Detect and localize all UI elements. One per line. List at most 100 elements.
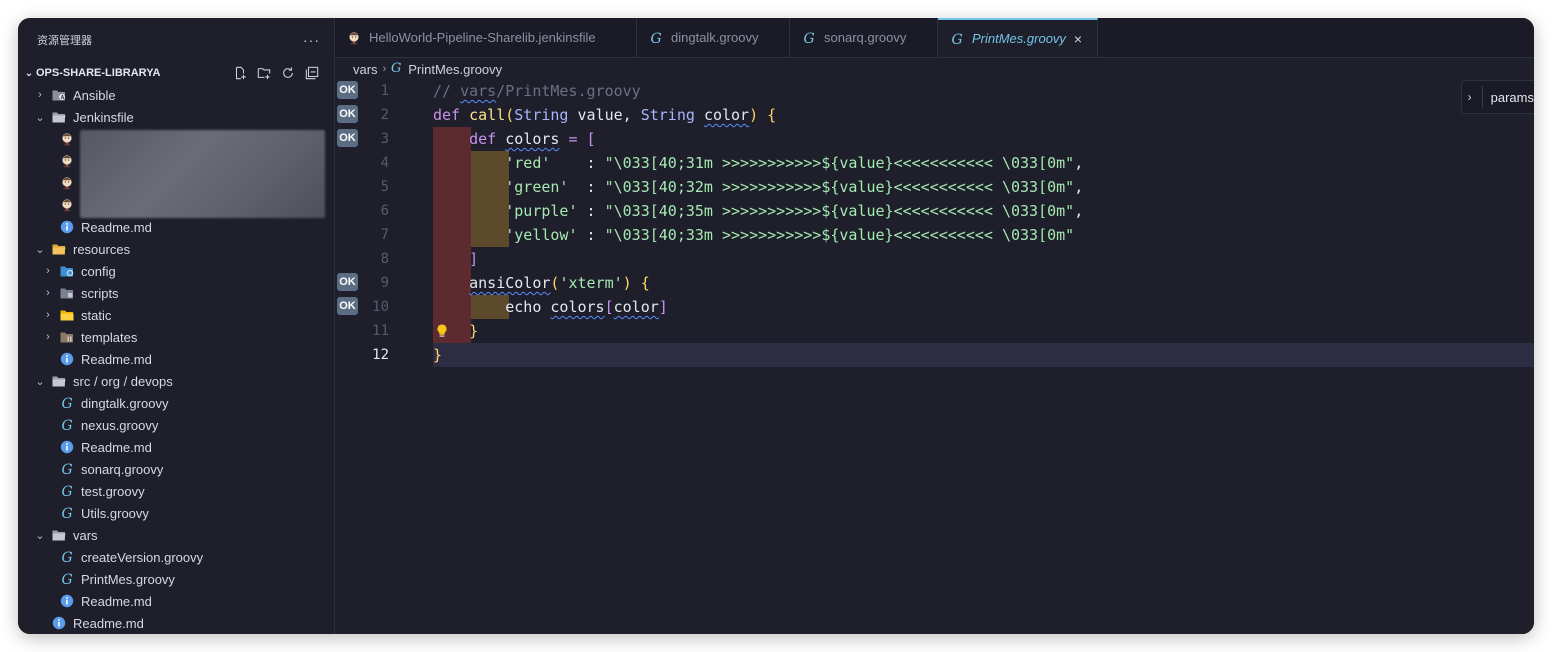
collapse-all-button[interactable] xyxy=(304,65,320,81)
tree-file-sonarq[interactable]: Gsonarq.groovy xyxy=(18,458,334,480)
project-section-header[interactable]: ⌄ OPS-SHARE-LIBRARYA xyxy=(18,62,334,84)
info-icon xyxy=(60,440,74,454)
tree-folder-ansible[interactable]: › A Ansible xyxy=(18,84,334,106)
code-text: 'purple' : "\033[40;35m >>>>>>>>>>>${val… xyxy=(505,202,1084,220)
svg-text:G: G xyxy=(62,506,73,520)
explorer-header: 资源管理器 ··· xyxy=(18,18,334,62)
breadcrumb: vars › G PrintMes.groovy xyxy=(353,60,502,78)
ok-badge[interactable]: OK xyxy=(337,81,358,99)
tree-item-label: dingtalk.groovy xyxy=(81,395,169,411)
lightbulb-icon[interactable] xyxy=(435,323,449,339)
code-text: 'green' : "\033[40;32m >>>>>>>>>>>${valu… xyxy=(505,178,1084,196)
code-line[interactable]: 5 'green' : "\033[40;32m >>>>>>>>>>>${va… xyxy=(335,175,1534,199)
tree-folder-src[interactable]: ⌄ src / org / devops xyxy=(18,370,334,392)
tree-folder-vars[interactable]: ⌄ vars xyxy=(18,524,334,546)
ok-badge[interactable]: OK xyxy=(337,273,358,291)
tree-item-label: sonarq.groovy xyxy=(81,461,164,477)
editor-tabs: HelloWorld-Pipeline-Sharelib.jenkinsfile… xyxy=(335,18,1534,58)
code-text: } xyxy=(433,346,443,364)
code-line[interactable]: 4 'red' : "\033[40;31m >>>>>>>>>>>${valu… xyxy=(335,151,1534,175)
info-icon xyxy=(60,352,74,366)
tab-dingtalk-groovy[interactable]: Gdingtalk.groovy xyxy=(637,18,790,57)
tab-sonarq-groovy[interactable]: Gsonarq.groovy xyxy=(790,18,938,57)
new-file-icon xyxy=(235,66,246,80)
jenkins-icon xyxy=(60,132,74,146)
tree-folder-scripts[interactable]: › scripts xyxy=(18,282,334,304)
code-text: def colors = [ xyxy=(469,130,596,148)
ok-badge[interactable]: OK xyxy=(337,297,358,315)
tree-file-utils[interactable]: G Utils.groovy xyxy=(18,502,334,524)
folder-open-icon xyxy=(52,110,66,124)
code-line[interactable]: 6 'purple' : "\033[40;35m >>>>>>>>>>>${v… xyxy=(335,199,1534,223)
chevron-down-icon: ⌄ xyxy=(35,529,45,542)
code-line[interactable]: OK 2 def call(String value, String color) … xyxy=(335,103,1534,127)
ok-badge[interactable]: OK xyxy=(337,129,358,147)
tree-item-label: src / org / devops xyxy=(73,373,173,389)
new-file-button[interactable] xyxy=(232,65,248,81)
tree-file-root-readme[interactable]: Readme.md xyxy=(18,612,334,634)
code-line[interactable]: OK 9 ansiColor('xterm') { xyxy=(335,271,1534,295)
tree-item-label: createVersion.groovy xyxy=(81,549,204,565)
chevron-down-icon: ⌄ xyxy=(35,375,45,388)
jenkins-icon xyxy=(60,176,74,190)
editor-area: HelloWorld-Pipeline-Sharelib.jenkinsfile… xyxy=(335,18,1534,634)
ok-badge[interactable]: OK xyxy=(337,105,358,123)
groovy-icon: G xyxy=(60,418,74,432)
breadcrumb-file[interactable]: PrintMes.groovy xyxy=(408,62,502,77)
tab-printmes-groovy[interactable]: G PrintMes.groovy × xyxy=(938,18,1098,57)
tree-file-dingtalk[interactable]: Gdingtalk.groovy xyxy=(18,392,334,414)
tree-folder-static[interactable]: › static xyxy=(18,304,334,326)
tree-file-printmes[interactable]: G PrintMes.groovy xyxy=(18,568,334,590)
explorer-title: 资源管理器 xyxy=(37,35,92,47)
info-icon xyxy=(60,594,74,608)
svg-text:G: G xyxy=(952,32,963,46)
groovy-icon: G xyxy=(60,572,74,586)
code-text: // vars/PrintMes.groovy xyxy=(433,82,641,100)
code-line[interactable]: 11 } xyxy=(335,319,1534,343)
new-folder-button[interactable] xyxy=(256,65,272,81)
tree-item-label: static xyxy=(81,307,112,323)
more-actions-button[interactable]: ··· xyxy=(303,32,320,48)
tree-file-nexus[interactable]: Gnexus.groovy xyxy=(18,414,334,436)
line-number: 4 xyxy=(380,155,389,171)
tab-helloworld-pipeline-sharelib-jenkinsfile[interactable]: HelloWorld-Pipeline-Sharelib.jenkinsfile xyxy=(335,18,637,57)
tree-folder-config[interactable]: › config xyxy=(18,260,334,282)
breadcrumb-folder[interactable]: vars xyxy=(353,62,378,77)
code-line[interactable]: 7 'yellow' : "\033[40;33m >>>>>>>>>>>${v… xyxy=(335,223,1534,247)
tree-file-res-readme[interactable]: Readme.md xyxy=(18,348,334,370)
tab-label: PrintMes.groovy xyxy=(972,31,1066,46)
tree-item-label: Readme.md xyxy=(81,593,152,609)
code-line[interactable]: 8 ] xyxy=(335,247,1534,271)
line-number: 8 xyxy=(380,251,389,267)
jenkins-icon xyxy=(347,31,361,45)
tree-file-createversion[interactable]: GcreateVersion.groovy xyxy=(18,546,334,568)
tree-folder-jenkinsfile[interactable]: ⌄ Jenkinsfile xyxy=(18,106,334,128)
tree-file-src-readme[interactable]: Readme.md xyxy=(18,436,334,458)
svg-text:G: G xyxy=(62,550,73,564)
collapse-all-icon xyxy=(305,66,319,80)
tree-file-vars-readme[interactable]: Readme.md xyxy=(18,590,334,612)
code-line[interactable]: 12} xyxy=(372,343,1534,367)
code-line[interactable]: OK 3 def colors = [ xyxy=(335,127,1534,151)
tree-folder-resources[interactable]: ⌄ resources xyxy=(18,238,334,260)
code-line[interactable]: OK 10 echo colors[color] xyxy=(335,295,1534,319)
tree-file-jf-readme[interactable]: Readme.md xyxy=(18,216,334,238)
new-folder-icon xyxy=(257,68,271,80)
explorer-toolbar xyxy=(232,65,320,81)
resources-folder-icon xyxy=(52,242,66,256)
groovy-icon: G xyxy=(60,462,74,476)
line-number: 12 xyxy=(372,347,389,363)
close-tab-icon[interactable]: × xyxy=(1074,31,1082,47)
tree-file-test[interactable]: Gtest.groovy xyxy=(18,480,334,502)
refresh-button[interactable] xyxy=(280,65,296,81)
groovy-icon: G xyxy=(950,32,964,46)
tree-item-label: Utils.groovy xyxy=(81,505,149,521)
tree-folder-templates[interactable]: › templates xyxy=(18,326,334,348)
tree-item-label: scripts xyxy=(81,285,119,301)
code-text: 'red' : "\033[40;31m >>>>>>>>>>>${value}… xyxy=(505,154,1084,172)
chevron-right-icon: › xyxy=(46,265,50,277)
refresh-icon xyxy=(283,67,293,78)
groovy-icon: G xyxy=(802,31,816,45)
ansible-folder-icon: A xyxy=(52,88,66,102)
code-line[interactable]: OK 1 // vars/PrintMes.groovy xyxy=(335,79,1534,103)
